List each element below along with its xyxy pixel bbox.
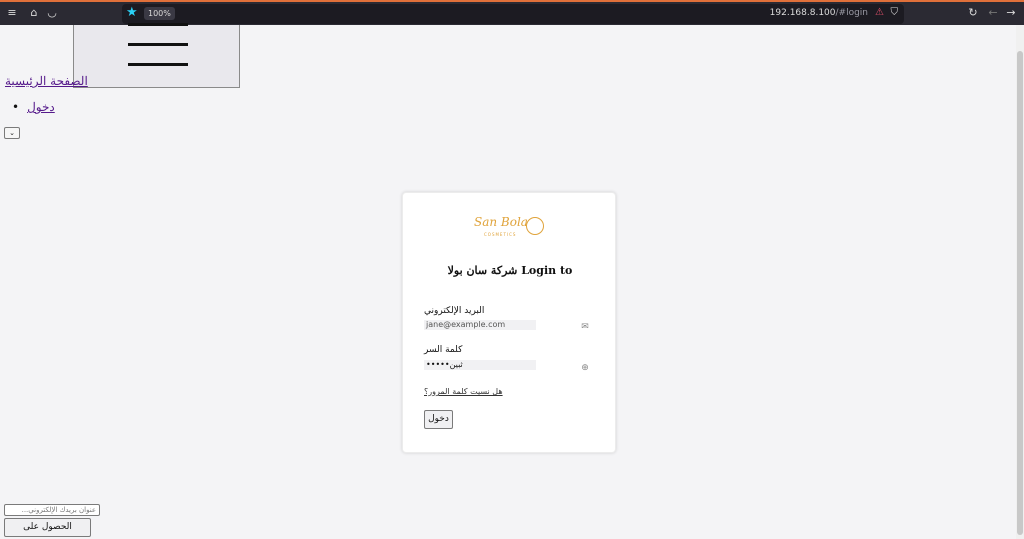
lock-icon: ⊕ <box>581 363 589 373</box>
language-select[interactable]: ⌄ <box>4 127 20 139</box>
zoom-level-badge[interactable]: 100% <box>144 7 175 20</box>
lock-warning-icon[interactable]: ⚠ <box>875 7 884 18</box>
hamburger-bar <box>128 63 188 66</box>
menu-icon[interactable]: ≡ <box>5 6 19 20</box>
url-path: /#login <box>835 8 869 18</box>
scrollbar-thumb[interactable] <box>1017 51 1023 535</box>
brand-logo: San Bola COSMETICS <box>474 215 546 243</box>
pocket-icon[interactable]: ◡ <box>45 6 59 20</box>
reload-icon[interactable]: ↻ <box>966 6 980 20</box>
home-link[interactable]: الصفحة الرئيسية <box>5 74 88 88</box>
logo-emblem-icon <box>526 217 544 235</box>
list-bullet: • <box>12 100 20 114</box>
tracking-shield-icon[interactable]: ⛉ <box>891 7 899 18</box>
browser-toolbar: ≡ ⌂ ◡ ★ 100% 192.168.8.100/#login ⚠ ⛉ ↻ … <box>0 0 1024 25</box>
password-label: كلمة السر <box>424 345 463 355</box>
forward-icon[interactable]: → <box>1004 6 1018 20</box>
password-field[interactable]: •••••ثبين <box>424 360 536 370</box>
logo-subtext: COSMETICS <box>484 232 517 237</box>
email-field[interactable]: jane@example.com <box>424 320 536 330</box>
login-title: شركة سان بولا Login to <box>447 264 573 277</box>
page-scrollbar[interactable] <box>1016 25 1024 539</box>
get-updates-button[interactable]: الحصول على التحديثات <box>4 518 91 537</box>
newsletter-email-input[interactable]: ...عنوان بريدك الإلكتروني <box>4 504 100 516</box>
url-text[interactable]: 192.168.8.100/#login <box>770 8 868 18</box>
url-host: 192.168.8.100 <box>769 8 836 18</box>
login-submit-button[interactable]: دخول <box>424 410 453 429</box>
bookmark-star-icon[interactable]: ★ <box>126 5 138 20</box>
hamburger-bar <box>128 43 188 46</box>
envelope-icon: ✉ <box>581 322 589 332</box>
back-icon[interactable]: ← <box>986 6 1000 20</box>
nav-list: • دخول <box>12 100 55 114</box>
email-label: البريد الإلكتروني <box>424 306 485 316</box>
forgot-password-link[interactable]: هل نسيت كلمة المرور؟ <box>424 387 503 396</box>
address-bar[interactable]: ★ 100% 192.168.8.100/#login ⚠ ⛉ <box>122 4 904 24</box>
extensions-icon[interactable]: ⌂ <box>27 6 41 20</box>
hamburger-menu-button[interactable] <box>73 23 240 88</box>
logo-text: San Bola <box>474 215 528 229</box>
login-card: San Bola COSMETICS شركة سان بولا Login t… <box>402 192 616 453</box>
hamburger-bar <box>128 23 188 26</box>
nav-login-link[interactable]: دخول <box>27 100 55 114</box>
